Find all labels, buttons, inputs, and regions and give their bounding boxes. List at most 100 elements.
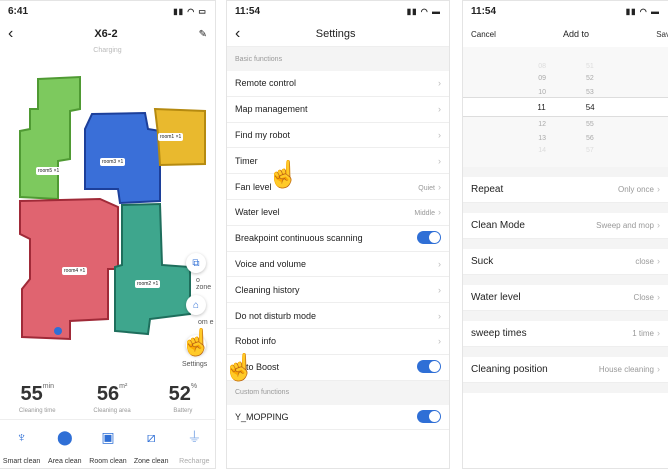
map-svg — [19, 75, 206, 341]
settings-row[interactable]: Find my robot › — [227, 123, 449, 149]
settings-row[interactable]: Do not disturb mode › — [227, 303, 449, 329]
cleaning-map[interactable] — [0, 69, 215, 371]
settings-row[interactable]: Fan level Quiet › — [227, 174, 449, 200]
room-square-icon: ▣ — [101, 428, 115, 445]
row-label: Voice and volume — [235, 258, 307, 269]
room-edit-button[interactable]: ⌂ — [186, 295, 206, 315]
settings-row[interactable]: Remote control › — [227, 71, 449, 97]
room-tag-room2[interactable]: room2 ×1 — [135, 280, 161, 288]
timer-option-row[interactable]: Suck close › — [463, 249, 668, 275]
save-button[interactable]: Sav — [656, 30, 668, 39]
settings-row[interactable]: Timer › — [227, 148, 449, 175]
settings-row[interactable]: Water level Middle › — [227, 200, 449, 226]
row-value: Middle — [414, 210, 435, 218]
signal-wifi-battery-icon: ▮▮ ◠ ▭ — [173, 6, 207, 16]
picker-row: 09 52 — [463, 75, 668, 82]
zone-edit-button[interactable]: ⧉ — [186, 253, 206, 273]
picker-minute: 57 — [586, 147, 594, 154]
zone-clean-button[interactable]: ⧄ Zone clean — [130, 428, 173, 468]
timer-option-row[interactable]: Water level Close › — [463, 285, 668, 311]
area-clean-button[interactable]: ⬤ Area clean — [43, 428, 86, 468]
room-green-area[interactable] — [19, 75, 81, 201]
spacer — [463, 203, 668, 213]
edit-icon[interactable]: ✎ — [199, 29, 207, 40]
row-label: Find my robot — [235, 129, 291, 140]
chevron-right-icon: › — [438, 258, 441, 269]
row-right: › — [435, 130, 441, 140]
stat-cleaning-time: 55min Cleaning time — [19, 383, 56, 414]
timer-options-list: Repeat Only once › Clean Mode Sweep and mop ›… — [463, 177, 668, 393]
row-label: Cleaning position — [471, 364, 548, 375]
picker-hour: 09 — [538, 75, 546, 82]
row-value: Close — [633, 293, 654, 302]
chevron-right-icon: › — [438, 310, 441, 321]
bottom-label: Recharge — [179, 458, 210, 465]
bottom-label: Zone clean — [133, 458, 169, 465]
row-label: sweep times — [471, 328, 527, 339]
room-tag-label: room2 — [137, 281, 152, 287]
stat-label: Battery — [173, 408, 193, 414]
row-value: House cleaning — [598, 365, 654, 374]
settings-row[interactable]: Voice and volume › — [227, 252, 449, 278]
picker-minute: 54 — [585, 103, 595, 112]
settings-row[interactable]: Breakpoint continuous scanning — [227, 226, 449, 252]
section-custom-functions: Custom functions — [227, 380, 449, 405]
chevron-right-icon: › — [438, 336, 441, 347]
device-title: X6-2 — [94, 28, 118, 40]
chevron-right-icon: › — [657, 256, 660, 266]
room-tag-count: ×1 — [117, 159, 124, 165]
settings-row[interactable]: Auto Boost — [227, 355, 449, 381]
stat-value: 55 — [20, 383, 43, 405]
timer-option-row[interactable]: Cleaning position House cleaning › — [463, 357, 668, 383]
timer-option-row[interactable]: Repeat Only once › — [463, 177, 668, 203]
row-right: close › — [635, 256, 660, 267]
timer-option-row[interactable]: sweep times 1 time › — [463, 321, 668, 347]
room-tag-count: ×1 — [79, 268, 86, 274]
row-label: Remote control — [235, 78, 297, 89]
room-tag-count: ×1 — [53, 168, 60, 174]
stat-label: Cleaning area — [93, 408, 131, 414]
room-clean-button[interactable]: ▣ Room clean — [86, 428, 129, 468]
room-teal-area[interactable] — [114, 202, 191, 336]
chevron-right-icon: › — [657, 292, 660, 302]
room-label: om e — [198, 319, 214, 326]
plug-icon: ⏚ — [187, 429, 202, 445]
row-right: › — [435, 285, 441, 295]
bottom-label: Room clean — [89, 458, 127, 465]
settings-row[interactable]: Cleaning history › — [227, 277, 449, 304]
bottom-label: Area clean — [48, 458, 82, 465]
picker-row-selected: 11 54 — [463, 103, 668, 112]
recharge-button[interactable]: ⏚ Recharge — [173, 428, 215, 468]
toggle-switch[interactable] — [417, 230, 441, 244]
timer-option-row[interactable]: Clean Mode Sweep and mop › — [463, 213, 668, 239]
room-tag-room5[interactable]: room5 ×1 — [36, 167, 62, 175]
settings-row[interactable]: Map management › — [227, 97, 449, 123]
settings-row[interactable]: Robot info › — [227, 329, 449, 355]
settings-row-y-mopping[interactable]: Y_MOPPING — [227, 405, 449, 431]
y-mopping-toggle[interactable] — [417, 410, 441, 424]
room-tag-room4[interactable]: room4 ×1 — [62, 267, 88, 275]
settings-label: Settings — [182, 361, 208, 368]
room-tag-room1[interactable]: room1 ×1 — [158, 133, 184, 141]
time-picker[interactable]: 08 51 09 52 10 53 11 54 12 55 13 56 14 57 — [463, 47, 668, 167]
row-right: Only once › — [618, 184, 660, 195]
row-value: Sweep and mop — [596, 221, 654, 230]
status-bar: 11:54 ▮▮ ◠ ▬ — [227, 1, 449, 21]
toggle-switch[interactable] — [417, 359, 441, 373]
chevron-right-icon: › — [438, 181, 441, 192]
spacer — [463, 383, 668, 393]
room-tag-label: room4 — [64, 268, 79, 274]
picker-minute: 53 — [586, 89, 594, 96]
nav-bar: ‹ Settings — [227, 21, 449, 47]
cancel-button[interactable]: Cancel — [471, 30, 496, 39]
back-icon[interactable]: ‹ — [8, 25, 13, 43]
chevron-right-icon: › — [438, 78, 441, 89]
back-icon[interactable]: ‹ — [235, 25, 240, 43]
stat-value: 52 — [168, 383, 191, 405]
picker-hour: 13 — [538, 135, 546, 142]
stat-cleaning-area: 56m² Cleaning area — [93, 383, 130, 414]
zone-icon: ⧉ — [192, 257, 200, 269]
smart-clean-button[interactable]: ♆ Smart clean — [0, 428, 43, 468]
room-tag-room3[interactable]: room3 ×1 — [100, 158, 126, 166]
stat-battery: 52% Battery — [169, 383, 197, 414]
